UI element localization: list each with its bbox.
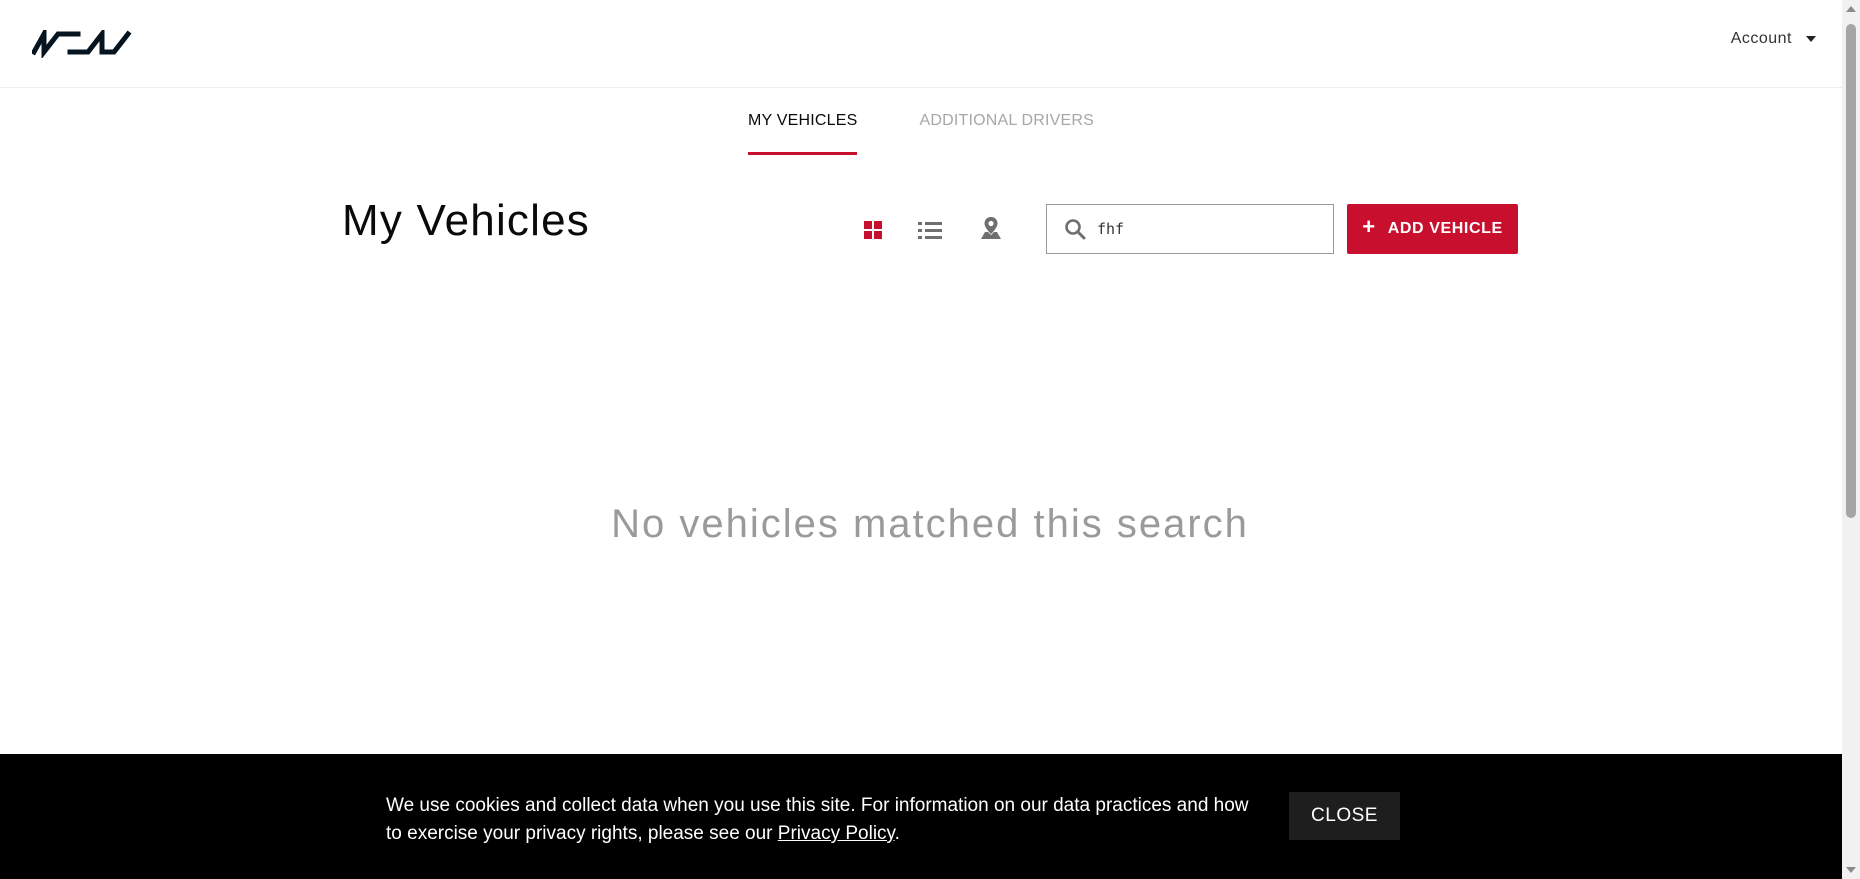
list-icon	[918, 222, 942, 239]
cookie-text-after: .	[894, 823, 900, 844]
map-view-button[interactable]	[976, 213, 1006, 243]
add-vehicle-label: ADD VEHICLE	[1387, 220, 1503, 237]
list-view-button[interactable]	[915, 215, 945, 245]
cookie-message: We use cookies and collect data when you…	[386, 792, 1266, 848]
tab-bar: MY VEHICLES ADDITIONAL DRIVERS	[0, 112, 1842, 155]
map-pin-icon	[981, 217, 1001, 239]
add-vehicle-button[interactable]: + ADD VEHICLE	[1347, 204, 1518, 254]
scroll-up-arrow-icon[interactable]	[1846, 6, 1856, 12]
cookie-banner: We use cookies and collect data when you…	[0, 754, 1842, 879]
kia-logo[interactable]	[32, 30, 132, 58]
empty-state-message: No vehicles matched this search	[611, 502, 1249, 546]
account-menu[interactable]: Account	[1731, 30, 1816, 48]
top-header: Account	[0, 0, 1842, 88]
privacy-policy-link[interactable]: Privacy Policy	[778, 823, 895, 844]
scrollbar-thumb[interactable]	[1846, 24, 1856, 518]
tab-additional-drivers[interactable]: ADDITIONAL DRIVERS	[919, 112, 1094, 155]
search-icon	[1063, 217, 1087, 241]
search-box	[1046, 204, 1334, 254]
plus-icon: +	[1362, 214, 1376, 239]
account-label: Account	[1730, 30, 1792, 47]
grid-view-button[interactable]	[858, 215, 888, 245]
tab-my-vehicles[interactable]: MY VEHICLES	[747, 112, 858, 155]
cookie-close-button[interactable]: CLOSE	[1289, 792, 1400, 840]
search-input[interactable]	[1095, 219, 1319, 239]
caret-down-icon	[1806, 36, 1816, 42]
page-title: My Vehicles	[342, 196, 590, 245]
vertical-scrollbar[interactable]	[1842, 0, 1860, 879]
grid-icon	[864, 221, 882, 239]
scroll-down-arrow-icon[interactable]	[1846, 867, 1856, 873]
page: Account MY VEHICLES ADDITIONAL DRIVERS M…	[0, 0, 1860, 879]
